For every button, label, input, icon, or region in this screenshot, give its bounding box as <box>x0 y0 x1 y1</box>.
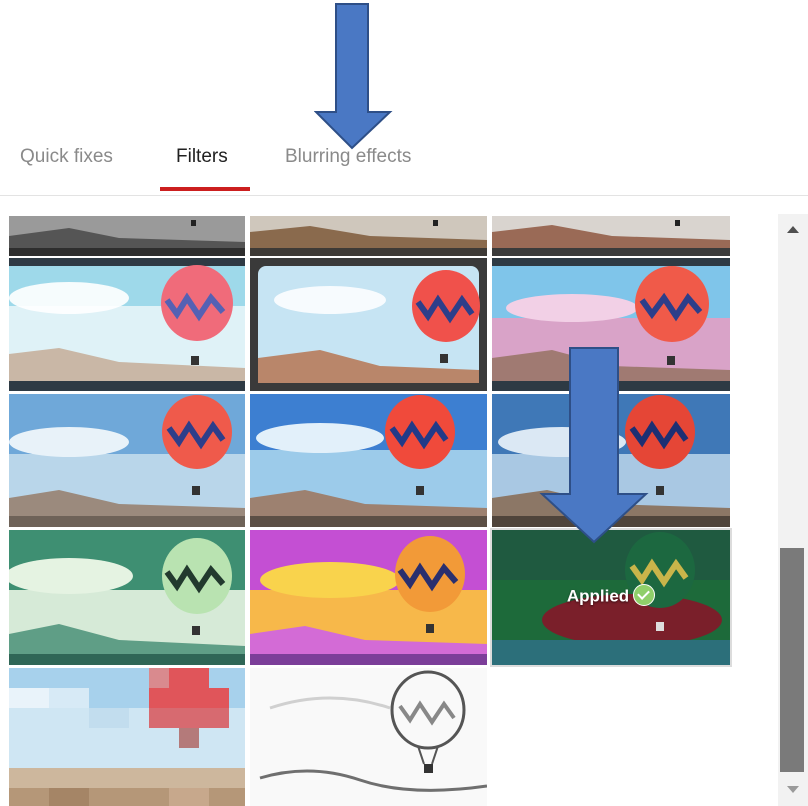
tab-bar: Quick fixes Filters Blurring effects <box>0 0 808 196</box>
scrollbar-thumb[interactable] <box>780 548 804 772</box>
filter-tile-vignette-warm[interactable] <box>250 216 487 256</box>
active-tab-indicator <box>160 187 250 191</box>
filter-tile-sketch[interactable] <box>250 668 487 806</box>
scroll-up-arrow-icon[interactable] <box>787 226 799 233</box>
filter-tile-cool[interactable] <box>9 394 245 527</box>
tab-quick-fixes[interactable]: Quick fixes <box>20 146 113 168</box>
filter-tile-pink-sky[interactable] <box>492 258 730 391</box>
scroll-down-arrow-icon[interactable] <box>787 786 799 793</box>
vertical-scrollbar[interactable] <box>778 214 808 806</box>
filter-tile-inverted[interactable]: Applied <box>490 528 732 667</box>
tab-blurring-effects[interactable]: Blurring effects <box>285 146 411 168</box>
filter-tile-mono[interactable] <box>9 216 245 256</box>
filter-tile-bright[interactable] <box>9 258 245 391</box>
tab-filters[interactable]: Filters <box>176 146 228 168</box>
applied-label: Applied <box>566 586 630 606</box>
filter-tile-green-tint[interactable] <box>9 530 245 665</box>
filter-tile-dark-sky[interactable] <box>492 394 730 527</box>
filter-tile-vivid[interactable] <box>492 216 730 256</box>
filter-tile-pixelate[interactable] <box>9 668 245 806</box>
filter-tile-deep-blue[interactable] <box>250 394 487 527</box>
check-circle-icon <box>633 584 656 606</box>
filter-grid: Applied <box>0 196 760 806</box>
filter-tile-frame[interactable] <box>250 258 487 391</box>
filter-tile-sunset-pop[interactable] <box>250 530 487 665</box>
applied-badge: Applied <box>492 584 730 608</box>
